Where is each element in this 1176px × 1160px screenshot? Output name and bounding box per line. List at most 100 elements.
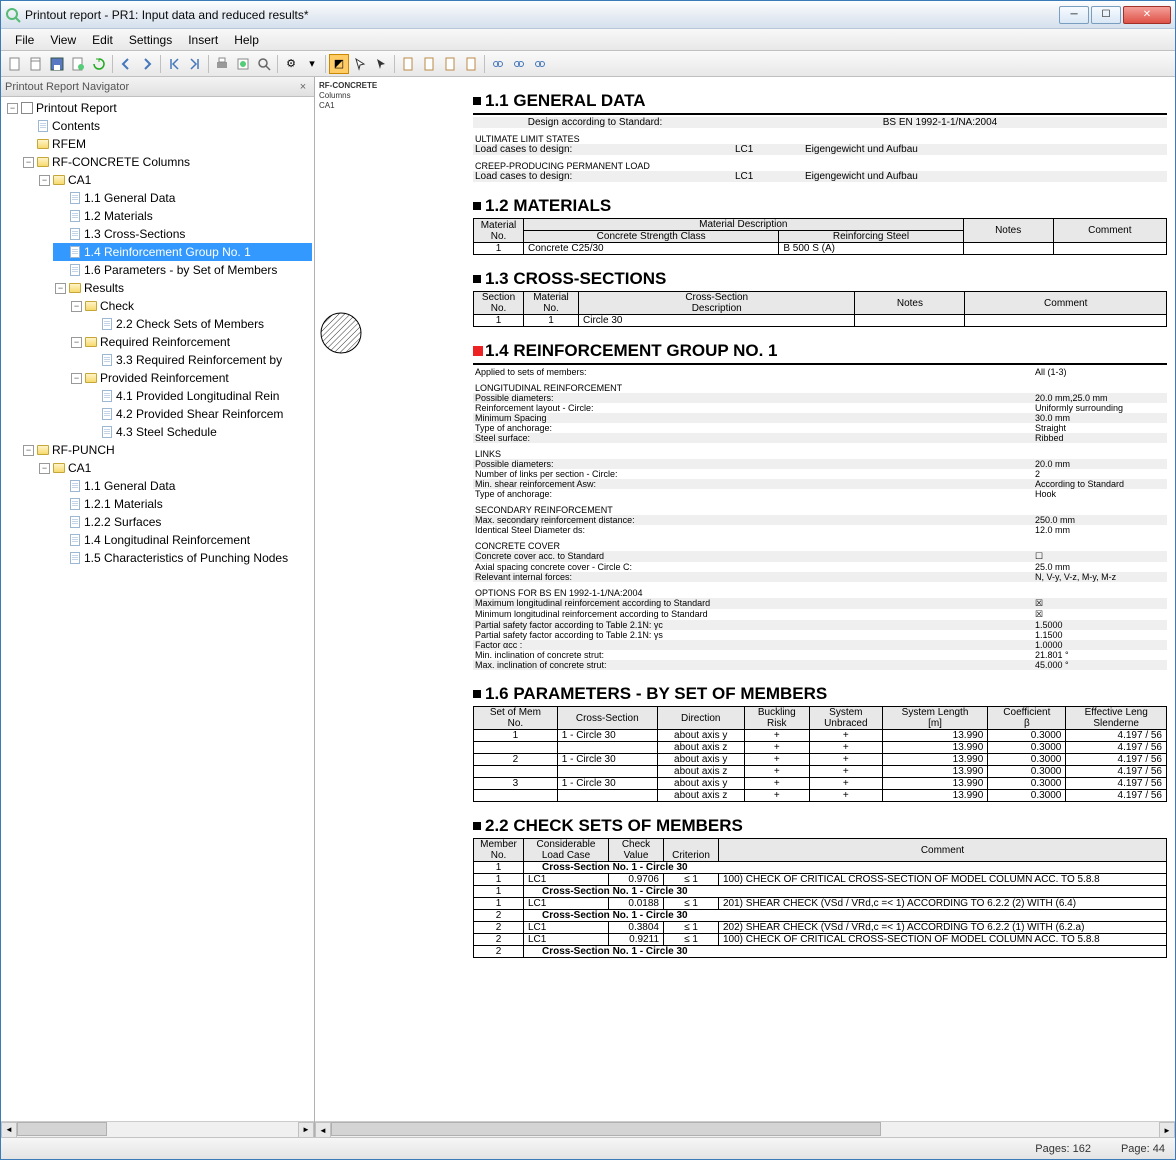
folder-icon: [36, 155, 50, 169]
tree-item[interactable]: 1.2.2 Surfaces: [53, 513, 312, 531]
folder-icon: [84, 335, 98, 349]
tree-item[interactable]: 2.2 Check Sets of Members: [85, 315, 312, 333]
doc3-icon[interactable]: [440, 54, 460, 74]
menu-help[interactable]: Help: [226, 31, 267, 49]
navigator-tree[interactable]: −Printout ReportContentsRFEM−RF-CONCRETE…: [1, 97, 314, 1121]
tree-item[interactable]: −RF-CONCRETE Columns: [21, 153, 312, 171]
toolbar: ⚙ ▾ ◩: [1, 51, 1175, 77]
document-view[interactable]: 1.1 GENERAL DATA Design according to Sta…: [465, 77, 1175, 1121]
menu-edit[interactable]: Edit: [84, 31, 121, 49]
print-icon[interactable]: [212, 54, 232, 74]
tree-item[interactable]: −Results: [53, 279, 312, 297]
search-icon[interactable]: [254, 54, 274, 74]
save-icon[interactable]: [47, 54, 67, 74]
titlebar: Printout report - PR1: Input data and re…: [1, 1, 1175, 29]
tree-item[interactable]: −CA1: [37, 171, 312, 189]
export-icon[interactable]: [233, 54, 253, 74]
tree-item[interactable]: 1.3 Cross-Sections: [53, 225, 312, 243]
folder-icon: [68, 281, 82, 295]
page-icon: [68, 245, 82, 259]
tree-item[interactable]: 1.1 General Data: [53, 189, 312, 207]
last-icon[interactable]: [185, 54, 205, 74]
tree-item[interactable]: −Check: [69, 297, 312, 315]
preview-scrollbar[interactable]: ◄ ►: [315, 1121, 1175, 1137]
tree-item-label: 2.2 Check Sets of Members: [116, 315, 264, 333]
preview-panel: RF-CONCRETE Columns CA1 1.1 GENERAL DATA…: [315, 77, 1175, 1137]
navigator-scrollbar[interactable]: ◄ ►: [1, 1121, 314, 1137]
new-icon[interactable]: [5, 54, 25, 74]
tree-item-label: Results: [84, 279, 124, 297]
tree-item[interactable]: 1.2.1 Materials: [53, 495, 312, 513]
tree-item[interactable]: 1.4 Longitudinal Reinforcement: [53, 531, 312, 549]
link1-icon[interactable]: [488, 54, 508, 74]
minimize-button[interactable]: ─: [1059, 6, 1089, 24]
tree-root[interactable]: −Printout Report: [5, 99, 312, 117]
page-icon: [36, 119, 50, 133]
tree-item[interactable]: 4.1 Provided Longitudinal Rein: [85, 387, 312, 405]
scroll-right-icon[interactable]: ►: [1159, 1122, 1175, 1137]
tree-item[interactable]: 3.3 Required Reinforcement by: [85, 351, 312, 369]
scroll-left-icon[interactable]: ◄: [1, 1122, 17, 1138]
scroll-left-icon[interactable]: ◄: [315, 1122, 331, 1137]
page-icon: [68, 263, 82, 277]
parameters-table: Set of MemNo.Cross-SectionDirectionBuckl…: [473, 706, 1167, 802]
tree-item[interactable]: 4.3 Steel Schedule: [85, 423, 312, 441]
navigator-header: Printout Report Navigator ×: [1, 77, 314, 97]
section-1-2-title: 1.2 MATERIALS: [473, 196, 1167, 216]
navigator-close-icon[interactable]: ×: [296, 80, 310, 94]
menu-insert[interactable]: Insert: [180, 31, 226, 49]
folder-icon: [36, 443, 50, 457]
navigator-panel: Printout Report Navigator × −Printout Re…: [1, 77, 315, 1137]
scroll-right-icon[interactable]: ►: [298, 1122, 314, 1138]
saveas-icon[interactable]: [68, 54, 88, 74]
materials-table: MaterialNo.Material DescriptionNotesComm…: [473, 218, 1167, 255]
tree-item-label: 1.1 General Data: [84, 477, 175, 495]
doc1-icon[interactable]: [398, 54, 418, 74]
close-button[interactable]: ✕: [1123, 6, 1171, 24]
menu-view[interactable]: View: [42, 31, 84, 49]
link2-icon[interactable]: [509, 54, 529, 74]
tree-item[interactable]: 1.4 Reinforcement Group No. 1: [53, 243, 312, 261]
menu-settings[interactable]: Settings: [121, 31, 180, 49]
cross-section-diagram: [319, 311, 363, 355]
tree-item[interactable]: 1.1 General Data: [53, 477, 312, 495]
tree-item[interactable]: −Provided Reinforcement: [69, 369, 312, 387]
tree-item-label: 3.3 Required Reinforcement by: [116, 351, 282, 369]
tree-item[interactable]: 1.5 Characteristics of Punching Nodes: [53, 549, 312, 567]
tree-item[interactable]: −Required Reinforcement: [69, 333, 312, 351]
highlight-icon[interactable]: ◩: [329, 54, 349, 74]
scroll-thumb[interactable]: [17, 1122, 107, 1136]
select-icon[interactable]: [371, 54, 391, 74]
page-icon: [68, 227, 82, 241]
tree-item-label: Printout Report: [36, 99, 117, 117]
open-icon[interactable]: [26, 54, 46, 74]
prev-icon[interactable]: [116, 54, 136, 74]
menu-file[interactable]: File: [7, 31, 42, 49]
status-page: Page: 44: [1121, 1143, 1165, 1155]
tree-item[interactable]: Contents: [21, 117, 312, 135]
doc4-icon[interactable]: [461, 54, 481, 74]
maximize-button[interactable]: ☐: [1091, 6, 1121, 24]
tree-item[interactable]: −CA1: [37, 459, 312, 477]
navigator-title: Printout Report Navigator: [5, 81, 129, 93]
tree-item[interactable]: −RF-PUNCH: [21, 441, 312, 459]
next-icon[interactable]: [137, 54, 157, 74]
doc2-icon[interactable]: [419, 54, 439, 74]
pointer-icon[interactable]: [350, 54, 370, 74]
scroll-thumb[interactable]: [331, 1122, 881, 1136]
page-icon: [100, 407, 114, 421]
dropdown-arrow-icon[interactable]: ▾: [302, 54, 322, 74]
folder-icon: [84, 371, 98, 385]
tree-item[interactable]: RFEM: [21, 135, 312, 153]
tree-item[interactable]: 1.2 Materials: [53, 207, 312, 225]
refresh-icon[interactable]: [89, 54, 109, 74]
tree-item-label: 1.2 Materials: [84, 207, 153, 225]
gear-icon[interactable]: ⚙: [281, 54, 301, 74]
tree-item[interactable]: 1.6 Parameters - by Set of Members: [53, 261, 312, 279]
first-icon[interactable]: [164, 54, 184, 74]
tree-item[interactable]: 4.2 Provided Shear Reinforcem: [85, 405, 312, 423]
section-1-6-title: 1.6 PARAMETERS - BY SET OF MEMBERS: [473, 684, 1167, 704]
link3-icon[interactable]: [530, 54, 550, 74]
page-icon: [68, 515, 82, 529]
status-pages: Pages: 162: [1035, 1143, 1091, 1155]
